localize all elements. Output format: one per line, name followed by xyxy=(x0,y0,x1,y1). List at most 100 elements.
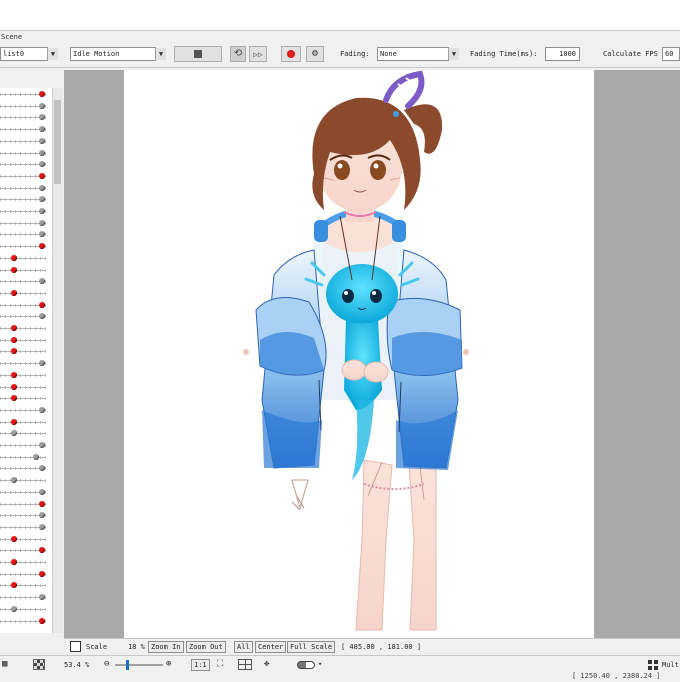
parameter-slider-knob[interactable] xyxy=(39,594,45,601)
parameter-slider[interactable] xyxy=(0,511,46,520)
guide-grid-icon[interactable] xyxy=(238,659,252,670)
parameter-slider[interactable] xyxy=(0,394,46,403)
parameter-slider[interactable] xyxy=(0,324,46,333)
list-combobox[interactable]: list0 xyxy=(0,47,48,61)
parameter-slider-knob[interactable] xyxy=(39,114,45,121)
parameter-slider[interactable] xyxy=(0,546,46,555)
parameter-slider-knob[interactable] xyxy=(39,360,45,367)
parameter-slider-knob[interactable] xyxy=(11,325,17,331)
loop-toggle-button[interactable]: ⟲ xyxy=(230,46,246,62)
chevron-down-icon[interactable]: ▼ xyxy=(47,48,58,60)
fit-window-icon[interactable]: ⛶ xyxy=(217,659,223,670)
parameter-slider-knob[interactable] xyxy=(11,254,17,261)
parameter-slider-knob[interactable] xyxy=(39,102,45,109)
stop-button[interactable] xyxy=(174,46,222,62)
parameter-slider-knob[interactable] xyxy=(39,547,45,554)
parameter-slider[interactable] xyxy=(0,125,46,134)
parameter-slider-knob[interactable] xyxy=(11,336,17,343)
multi-view-label[interactable]: Mult xyxy=(662,659,679,671)
parameter-slider-knob[interactable] xyxy=(39,137,45,144)
grid-icon[interactable]: ▦ xyxy=(2,659,14,670)
parameter-slider[interactable] xyxy=(0,476,46,485)
parameter-slider[interactable] xyxy=(0,172,46,181)
parameter-slider[interactable] xyxy=(0,90,46,99)
parameter-slider-knob[interactable] xyxy=(39,523,45,530)
zoom-in-button[interactable]: Zoom In xyxy=(148,641,184,653)
parameter-slider[interactable] xyxy=(0,359,46,368)
parameter-slider[interactable] xyxy=(0,570,46,579)
parameter-slider[interactable] xyxy=(0,312,46,321)
parameter-slider-knob[interactable] xyxy=(11,371,17,378)
parameter-slider-knob[interactable] xyxy=(39,488,45,495)
parameter-slider[interactable] xyxy=(0,242,46,251)
parameter-slider[interactable] xyxy=(0,383,46,392)
fading-combobox[interactable]: None xyxy=(377,47,449,61)
parameter-slider-knob[interactable] xyxy=(39,313,45,320)
parameter-slider[interactable] xyxy=(0,301,46,310)
parameter-slider-knob[interactable] xyxy=(11,559,17,565)
parameter-slider-knob[interactable] xyxy=(39,243,45,250)
parameter-slider[interactable] xyxy=(0,453,46,462)
parameter-slider[interactable] xyxy=(0,113,46,122)
parameter-slider-knob[interactable] xyxy=(11,348,17,355)
parameter-slider-knob[interactable] xyxy=(39,512,45,519)
parameter-slider[interactable] xyxy=(0,277,46,286)
parameter-slider-knob[interactable] xyxy=(11,477,17,484)
parameter-slider-knob[interactable] xyxy=(11,605,17,612)
parameter-slider[interactable] xyxy=(0,266,46,275)
parameter-slider-knob[interactable] xyxy=(39,91,45,97)
parameter-slider-knob[interactable] xyxy=(39,172,45,179)
parameter-slider-knob[interactable] xyxy=(11,582,17,589)
parameter-slider-knob[interactable] xyxy=(39,617,45,624)
parameter-slider-knob[interactable] xyxy=(11,383,17,390)
parameter-slider-knob[interactable] xyxy=(39,231,45,238)
parameter-slider[interactable] xyxy=(0,429,46,438)
parameter-slider[interactable] xyxy=(0,617,46,626)
parameter-slider[interactable] xyxy=(0,149,46,158)
parameter-slider[interactable] xyxy=(0,418,46,427)
parameter-slider-knob[interactable] xyxy=(11,289,17,296)
parameter-slider[interactable] xyxy=(0,558,46,567)
parameter-slider-knob[interactable] xyxy=(39,570,45,577)
parameter-slider[interactable] xyxy=(0,441,46,450)
parameter-slider[interactable] xyxy=(0,219,46,228)
parameter-slider-knob[interactable] xyxy=(11,535,17,542)
parameter-slider[interactable] xyxy=(0,230,46,239)
parameter-slider[interactable] xyxy=(0,102,46,111)
fading-time-input[interactable]: 1000 xyxy=(545,47,580,61)
fps-input[interactable]: 60 xyxy=(662,47,680,61)
parameter-slider[interactable] xyxy=(0,523,46,532)
parameter-slider[interactable] xyxy=(0,137,46,146)
actual-size-button[interactable]: 1:1 xyxy=(191,659,210,671)
parameter-slider[interactable] xyxy=(0,488,46,497)
background-toggle-icon[interactable] xyxy=(33,659,45,670)
settings-button[interactable]: ⚙ xyxy=(306,46,324,62)
parameter-scrollbar-thumb[interactable] xyxy=(54,100,61,184)
parameter-slider[interactable] xyxy=(0,406,46,415)
parameter-slider-knob[interactable] xyxy=(11,266,17,273)
parameter-slider-knob[interactable] xyxy=(39,406,45,413)
chevron-down-icon[interactable]: ▾ xyxy=(318,659,322,670)
model-canvas[interactable] xyxy=(124,70,594,638)
move-icon[interactable]: ✥ xyxy=(264,659,269,670)
motion-combobox[interactable]: Idle Motion xyxy=(70,47,156,61)
parameter-slider-knob[interactable] xyxy=(39,301,45,308)
chevron-down-icon[interactable]: ▼ xyxy=(155,48,166,60)
parameter-slider-knob[interactable] xyxy=(39,500,45,507)
parameter-slider[interactable] xyxy=(0,581,46,590)
parameter-slider-knob[interactable] xyxy=(39,219,45,226)
parameter-slider-knob[interactable] xyxy=(39,208,45,214)
parameter-slider[interactable] xyxy=(0,184,46,193)
parameter-slider[interactable] xyxy=(0,464,46,473)
parameter-slider[interactable] xyxy=(0,500,46,509)
parameter-slider[interactable] xyxy=(0,207,46,216)
zoom-out-button[interactable]: Zoom Out xyxy=(186,641,226,653)
parameter-slider-knob[interactable] xyxy=(33,453,39,460)
parameter-slider-knob[interactable] xyxy=(39,465,45,472)
fast-forward-button[interactable]: ▷▷ xyxy=(249,46,267,62)
record-button[interactable] xyxy=(281,46,301,62)
chevron-down-icon[interactable]: ▼ xyxy=(448,48,459,60)
zoom-slider-thumb[interactable] xyxy=(126,660,129,670)
parameter-slider[interactable] xyxy=(0,605,46,614)
parameter-slider[interactable] xyxy=(0,347,46,356)
